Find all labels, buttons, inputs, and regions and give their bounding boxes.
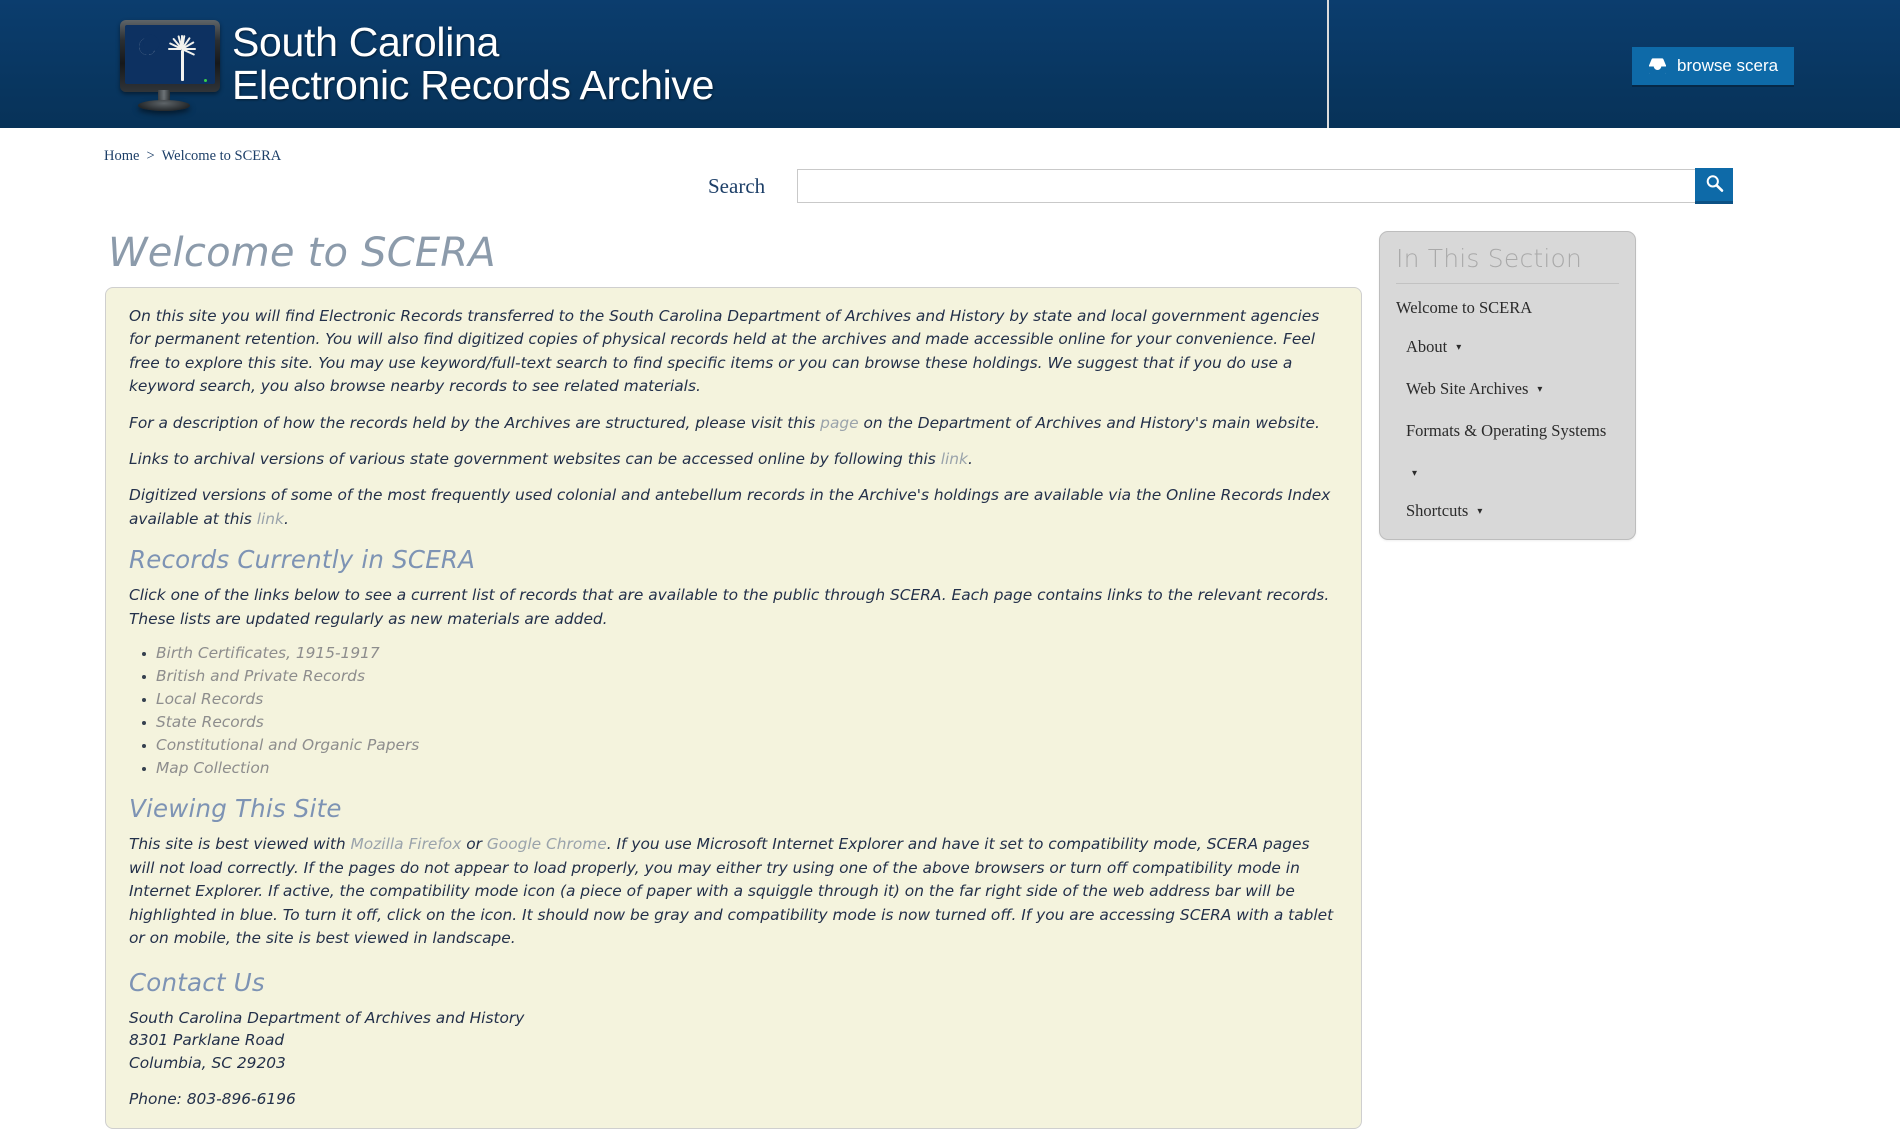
list-item[interactable]: State Records	[129, 713, 1338, 731]
search-bar: Search	[708, 168, 1734, 204]
main-content-panel: On this site you will find Electronic Re…	[105, 287, 1362, 1129]
monitor-frame-icon	[120, 20, 220, 92]
contact-phone: Phone: 803-896-6196	[129, 1089, 296, 1108]
sidebar-item-label: About	[1406, 337, 1448, 356]
sidebar-item-shortcuts[interactable]: Shortcuts ▾	[1380, 501, 1635, 521]
viewing-heading: Viewing This Site	[129, 794, 342, 824]
site-header: South Carolina Electronic Records Archiv…	[0, 0, 1900, 128]
chevron-down-icon[interactable]: ▾	[1456, 342, 1461, 353]
sidebar-divider	[1396, 283, 1619, 284]
sidebar-item-formats-expander[interactable]: ▾	[1380, 463, 1635, 481]
viewing-text-mid: or	[461, 835, 487, 854]
structure-page-link[interactable]: page	[820, 414, 858, 432]
contact-heading: Contact Us	[129, 967, 265, 997]
breadcrumb-current: Welcome to SCERA	[161, 148, 282, 164]
sidebar-item-label: Web Site Archives	[1406, 379, 1529, 398]
structure-text-before: For a description of how the records hel…	[129, 413, 821, 432]
inbox-icon	[1648, 57, 1667, 75]
contact-org: South Carolina Department of Archives an…	[129, 1008, 525, 1027]
list-item[interactable]: Map Collection	[129, 759, 1338, 777]
palmetto-tree-icon	[165, 34, 201, 82]
record-link-birth-certificates[interactable]: Birth Certificates, 1915-1917	[156, 644, 380, 662]
chevron-down-icon[interactable]: ▾	[1477, 506, 1482, 517]
records-intro-paragraph: Click one of the links below to see a cu…	[129, 586, 1330, 628]
monitor-palmetto-logo-icon	[108, 16, 220, 112]
monitor-power-led-icon	[204, 79, 207, 82]
list-item[interactable]: British and Private Records	[129, 667, 1338, 685]
sidebar-item-web-site-archives[interactable]: Web Site Archives ▾	[1380, 379, 1635, 399]
monitor-screen	[125, 25, 215, 84]
search-label: Search	[708, 173, 766, 198]
digitized-text-after: .	[283, 509, 289, 528]
site-title-line2: Electronic Records Archive	[232, 62, 715, 108]
breadcrumb: Home > Welcome to SCERA	[104, 148, 281, 165]
archival-versions-paragraph: Links to archival versions of various st…	[129, 448, 1338, 471]
list-item[interactable]: Constitutional and Organic Papers	[129, 736, 1338, 754]
chevron-down-icon[interactable]: ▾	[1412, 468, 1417, 479]
sidebar-item-about[interactable]: About ▾	[1380, 337, 1635, 357]
browse-scera-label: browse scera	[1677, 56, 1779, 75]
structure-paragraph: For a description of how the records hel…	[129, 412, 1338, 435]
in-this-section-panel: In This Section Welcome to SCERA About ▾ …	[1379, 231, 1636, 540]
site-title: South Carolina Electronic Records Archiv…	[232, 18, 715, 108]
crescent-moon-icon	[136, 35, 159, 58]
search-icon	[1705, 174, 1724, 196]
contact-city-state-zip: Columbia, SC 29203	[129, 1054, 286, 1073]
online-records-index-link[interactable]: link	[257, 510, 284, 528]
scdah-homepage-line: SCDAH Homepage	[129, 1124, 1338, 1128]
header-vertical-divider	[1327, 0, 1329, 128]
record-link-state-records[interactable]: State Records	[156, 713, 264, 731]
archival-text-after: .	[967, 450, 973, 469]
structure-text-after: on the Department of Archives and Histor…	[858, 413, 1320, 432]
sidebar-title: In This Section	[1396, 244, 1583, 273]
record-link-constitutional-organic-papers[interactable]: Constitutional and Organic Papers	[156, 736, 419, 754]
mozilla-firefox-link[interactable]: Mozilla Firefox	[351, 835, 462, 853]
breadcrumb-separator: >	[146, 148, 155, 164]
browse-scera-button[interactable]: browse scera	[1632, 47, 1795, 85]
digitized-versions-paragraph: Digitized versions of some of the most f…	[129, 484, 1338, 531]
chevron-down-icon[interactable]: ▾	[1537, 384, 1542, 395]
monitor-stand-base	[138, 100, 190, 111]
breadcrumb-home-link[interactable]: Home	[104, 148, 139, 164]
search-input[interactable]	[797, 169, 1696, 203]
sidebar-item-label: Formats & Operating Systems	[1406, 421, 1607, 440]
google-chrome-link[interactable]: Google Chrome	[487, 835, 607, 853]
record-link-british-private-records[interactable]: British and Private Records	[156, 667, 365, 685]
records-heading: Records Currently in SCERA	[129, 545, 476, 575]
contact-address: South Carolina Department of Archives an…	[129, 1007, 1338, 1075]
site-title-line1: South Carolina	[232, 18, 500, 65]
digitized-text-before: Digitized versions of some of the most f…	[129, 486, 1331, 528]
list-item[interactable]: Birth Certificates, 1915-1917	[129, 644, 1338, 662]
record-link-local-records[interactable]: Local Records	[156, 690, 263, 708]
record-link-map-collection[interactable]: Map Collection	[156, 759, 270, 777]
archival-text-before: Links to archival versions of various st…	[129, 450, 941, 469]
viewing-text-before: This site is best viewed with	[129, 835, 351, 854]
sidebar-item-welcome-to-scera[interactable]: Welcome to SCERA	[1380, 298, 1635, 318]
header-brand: South Carolina Electronic Records Archiv…	[0, 16, 714, 112]
sidebar-item-formats-operating-systems[interactable]: Formats & Operating Systems	[1380, 421, 1635, 441]
palmetto-trunk	[181, 50, 184, 81]
search-submit-button[interactable]	[1695, 168, 1734, 204]
page-title: Welcome to SCERA	[108, 230, 496, 276]
list-item[interactable]: Local Records	[129, 690, 1338, 708]
contact-street: 8301 Parklane Road	[129, 1031, 285, 1050]
viewing-paragraph: This site is best viewed with Mozilla Fi…	[129, 833, 1338, 950]
sidebar-item-label: Welcome to SCERA	[1396, 298, 1533, 317]
archival-link[interactable]: link	[941, 450, 968, 468]
records-list: Birth Certificates, 1915-1917 British an…	[129, 644, 1338, 777]
intro-paragraph: On this site you will find Electronic Re…	[129, 307, 1320, 396]
sidebar-item-label: Shortcuts	[1406, 501, 1469, 520]
